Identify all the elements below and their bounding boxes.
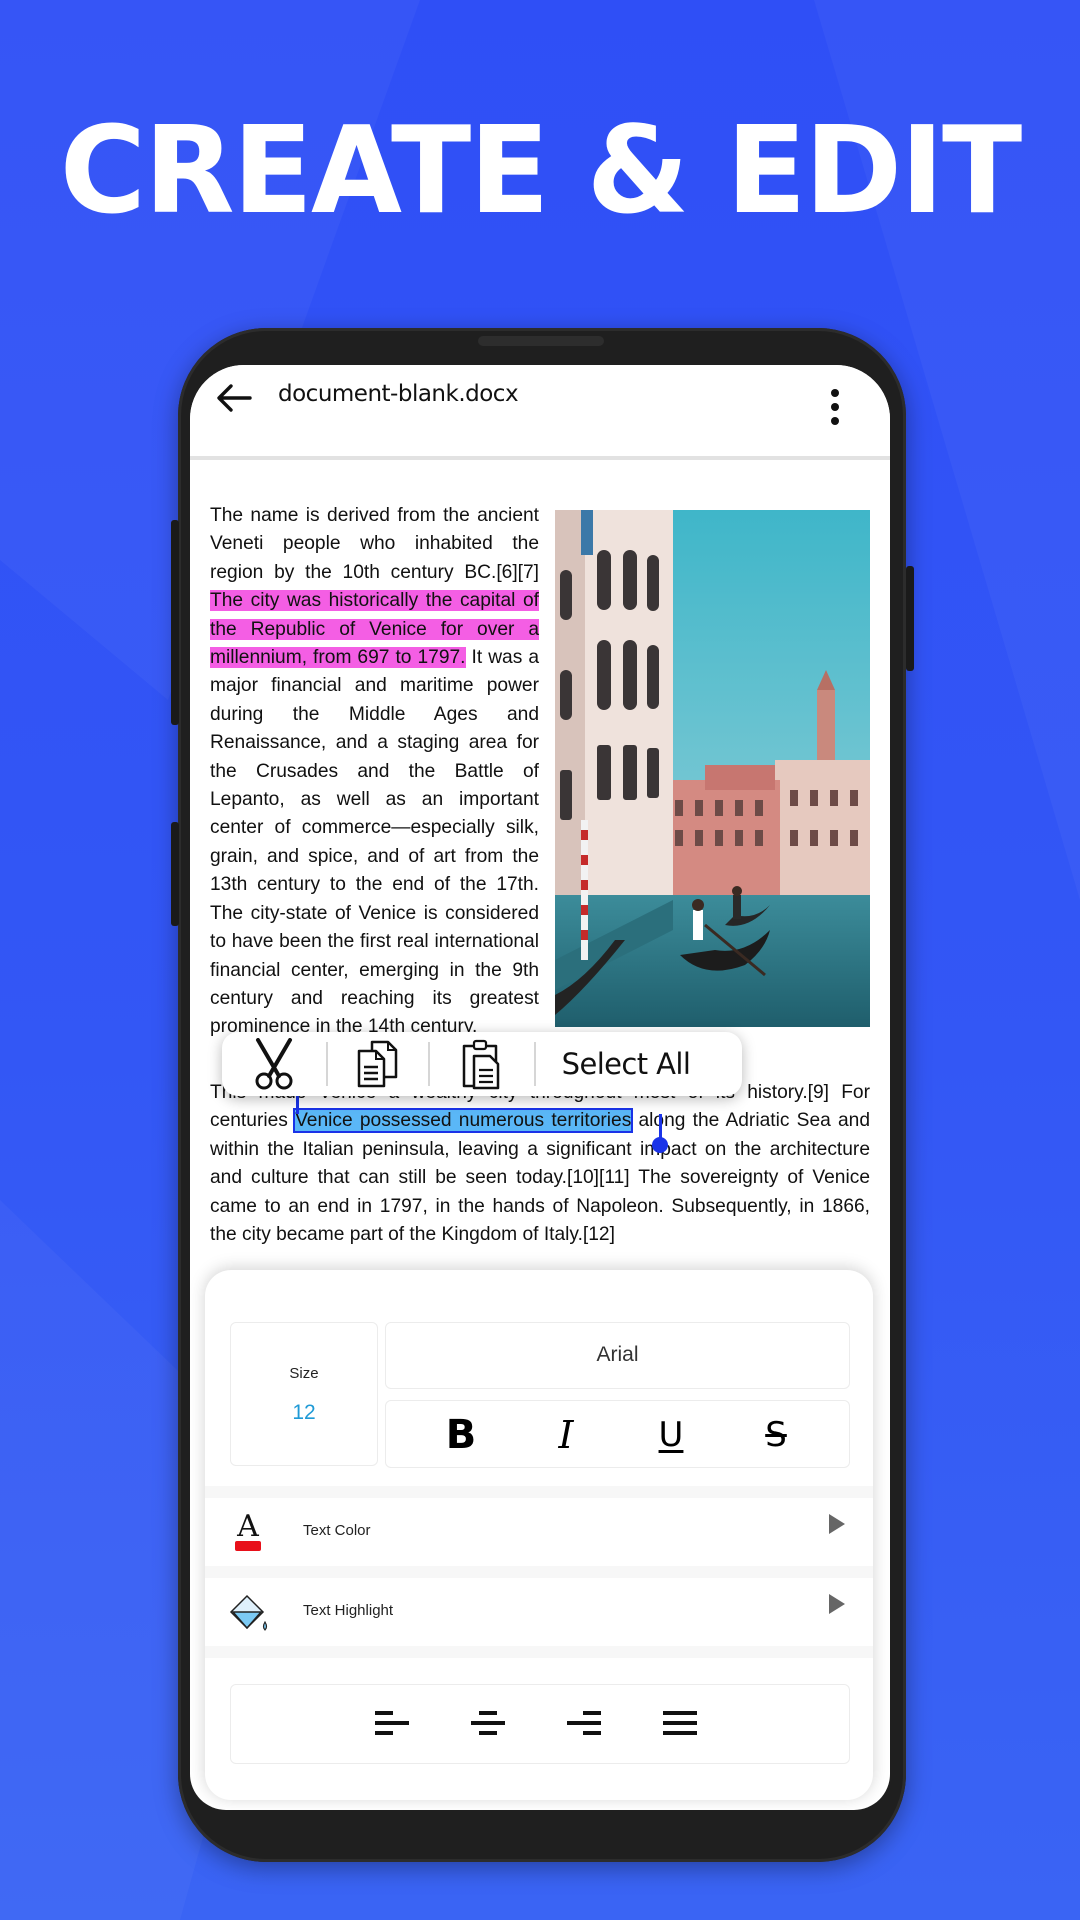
text-color-label: Text Color [303,1522,371,1539]
paste-icon [462,1039,500,1090]
paint-bucket-icon [225,1588,271,1636]
paste-button[interactable] [430,1032,534,1096]
venice-photo [555,510,870,1027]
align-justify-icon [663,1711,697,1715]
back-button[interactable] [210,373,260,423]
document-title: document-blank.docx [278,381,519,407]
paragraph-text: It was a major financial and maritime po… [210,647,539,1038]
align-right-icon-line [583,1731,601,1735]
bold-button[interactable]: B [431,1409,491,1461]
text-color-row[interactable]: A Text Color [205,1498,873,1566]
svg-text:A: A [236,1509,259,1544]
italic-icon: I [558,1413,574,1457]
align-left-icon-line [375,1731,393,1735]
text-style-toolbar: B I U S [385,1400,850,1468]
alignment-toolbar [230,1684,850,1764]
align-right-button[interactable] [563,1703,607,1747]
volume-button [171,520,179,725]
strikethrough-button[interactable]: S [746,1409,806,1461]
align-center-button[interactable] [466,1703,510,1747]
underline-button[interactable]: U [641,1409,701,1461]
promo-headline: CREATE & EDIT [59,102,1022,241]
italic-button[interactable]: I [536,1409,596,1461]
more-vertical-icon-dot [831,403,839,411]
text-highlight-label: Text Highlight [303,1602,394,1619]
font-family-selector[interactable]: Arial [385,1322,850,1389]
align-right-icon [583,1711,601,1715]
text-context-menu: Select All [222,1032,742,1096]
app-screen: document-blank.docx The name is derived … [190,365,890,1810]
more-vertical-icon [831,389,839,397]
align-left-icon-line [375,1721,409,1725]
align-justify-button[interactable] [659,1703,703,1747]
venice-canal-image[interactable] [555,510,870,1027]
align-justify-icon-line [663,1721,697,1725]
copy-button[interactable] [328,1032,428,1096]
power-button [906,566,914,671]
app-bar: document-blank.docx [190,365,890,457]
bixby-button [171,822,179,926]
arrow-left-icon [217,384,252,412]
bold-icon: B [445,1412,477,1458]
scissors-icon [255,1038,293,1090]
font-size-selector[interactable]: Size 12 [230,1322,378,1466]
chevron-right-icon [829,1594,845,1614]
paragraph-text: The name is derived from the ancient Ven… [210,505,539,583]
align-left-icon [375,1711,393,1715]
align-justify-icon-line [663,1731,697,1735]
text-highlight-row[interactable]: Text Highlight [205,1578,873,1646]
size-value: 12 [292,1401,316,1424]
align-right-icon-line [567,1721,601,1725]
select-all-button[interactable]: Select All [536,1032,716,1096]
more-options-button[interactable] [820,375,850,425]
document-paragraph-full[interactable]: This made Venice a wealthy city througho… [210,1079,870,1249]
cut-button[interactable] [222,1032,326,1096]
appbar-divider [190,456,890,460]
row-separator [205,1566,873,1578]
chevron-right-icon [829,1514,845,1534]
align-center-icon-line [471,1721,505,1725]
document-paragraph-column[interactable]: The name is derived from the ancient Ven… [210,502,539,1042]
text-color-icon: A [225,1508,271,1556]
underline-icon: U [658,1415,684,1455]
row-separator [205,1486,873,1498]
selected-text[interactable]: Venice possessed numerous territories [293,1108,634,1134]
format-panel: Size 12 Arial B I U S A Text Color Text … [205,1270,873,1800]
select-all-label: Select All [561,1047,691,1081]
font-family-value: Arial [596,1343,639,1366]
align-center-icon [479,1711,497,1715]
more-vertical-icon-dot [831,417,839,425]
row-separator [205,1646,873,1658]
copy-icon [357,1040,398,1088]
align-center-icon-line [479,1731,497,1735]
size-label: Size [289,1365,319,1382]
align-left-button[interactable] [371,1703,415,1747]
strikethrough-icon: S [765,1415,787,1455]
selection-end-knob[interactable] [652,1137,668,1153]
earpiece-speaker [478,336,604,346]
